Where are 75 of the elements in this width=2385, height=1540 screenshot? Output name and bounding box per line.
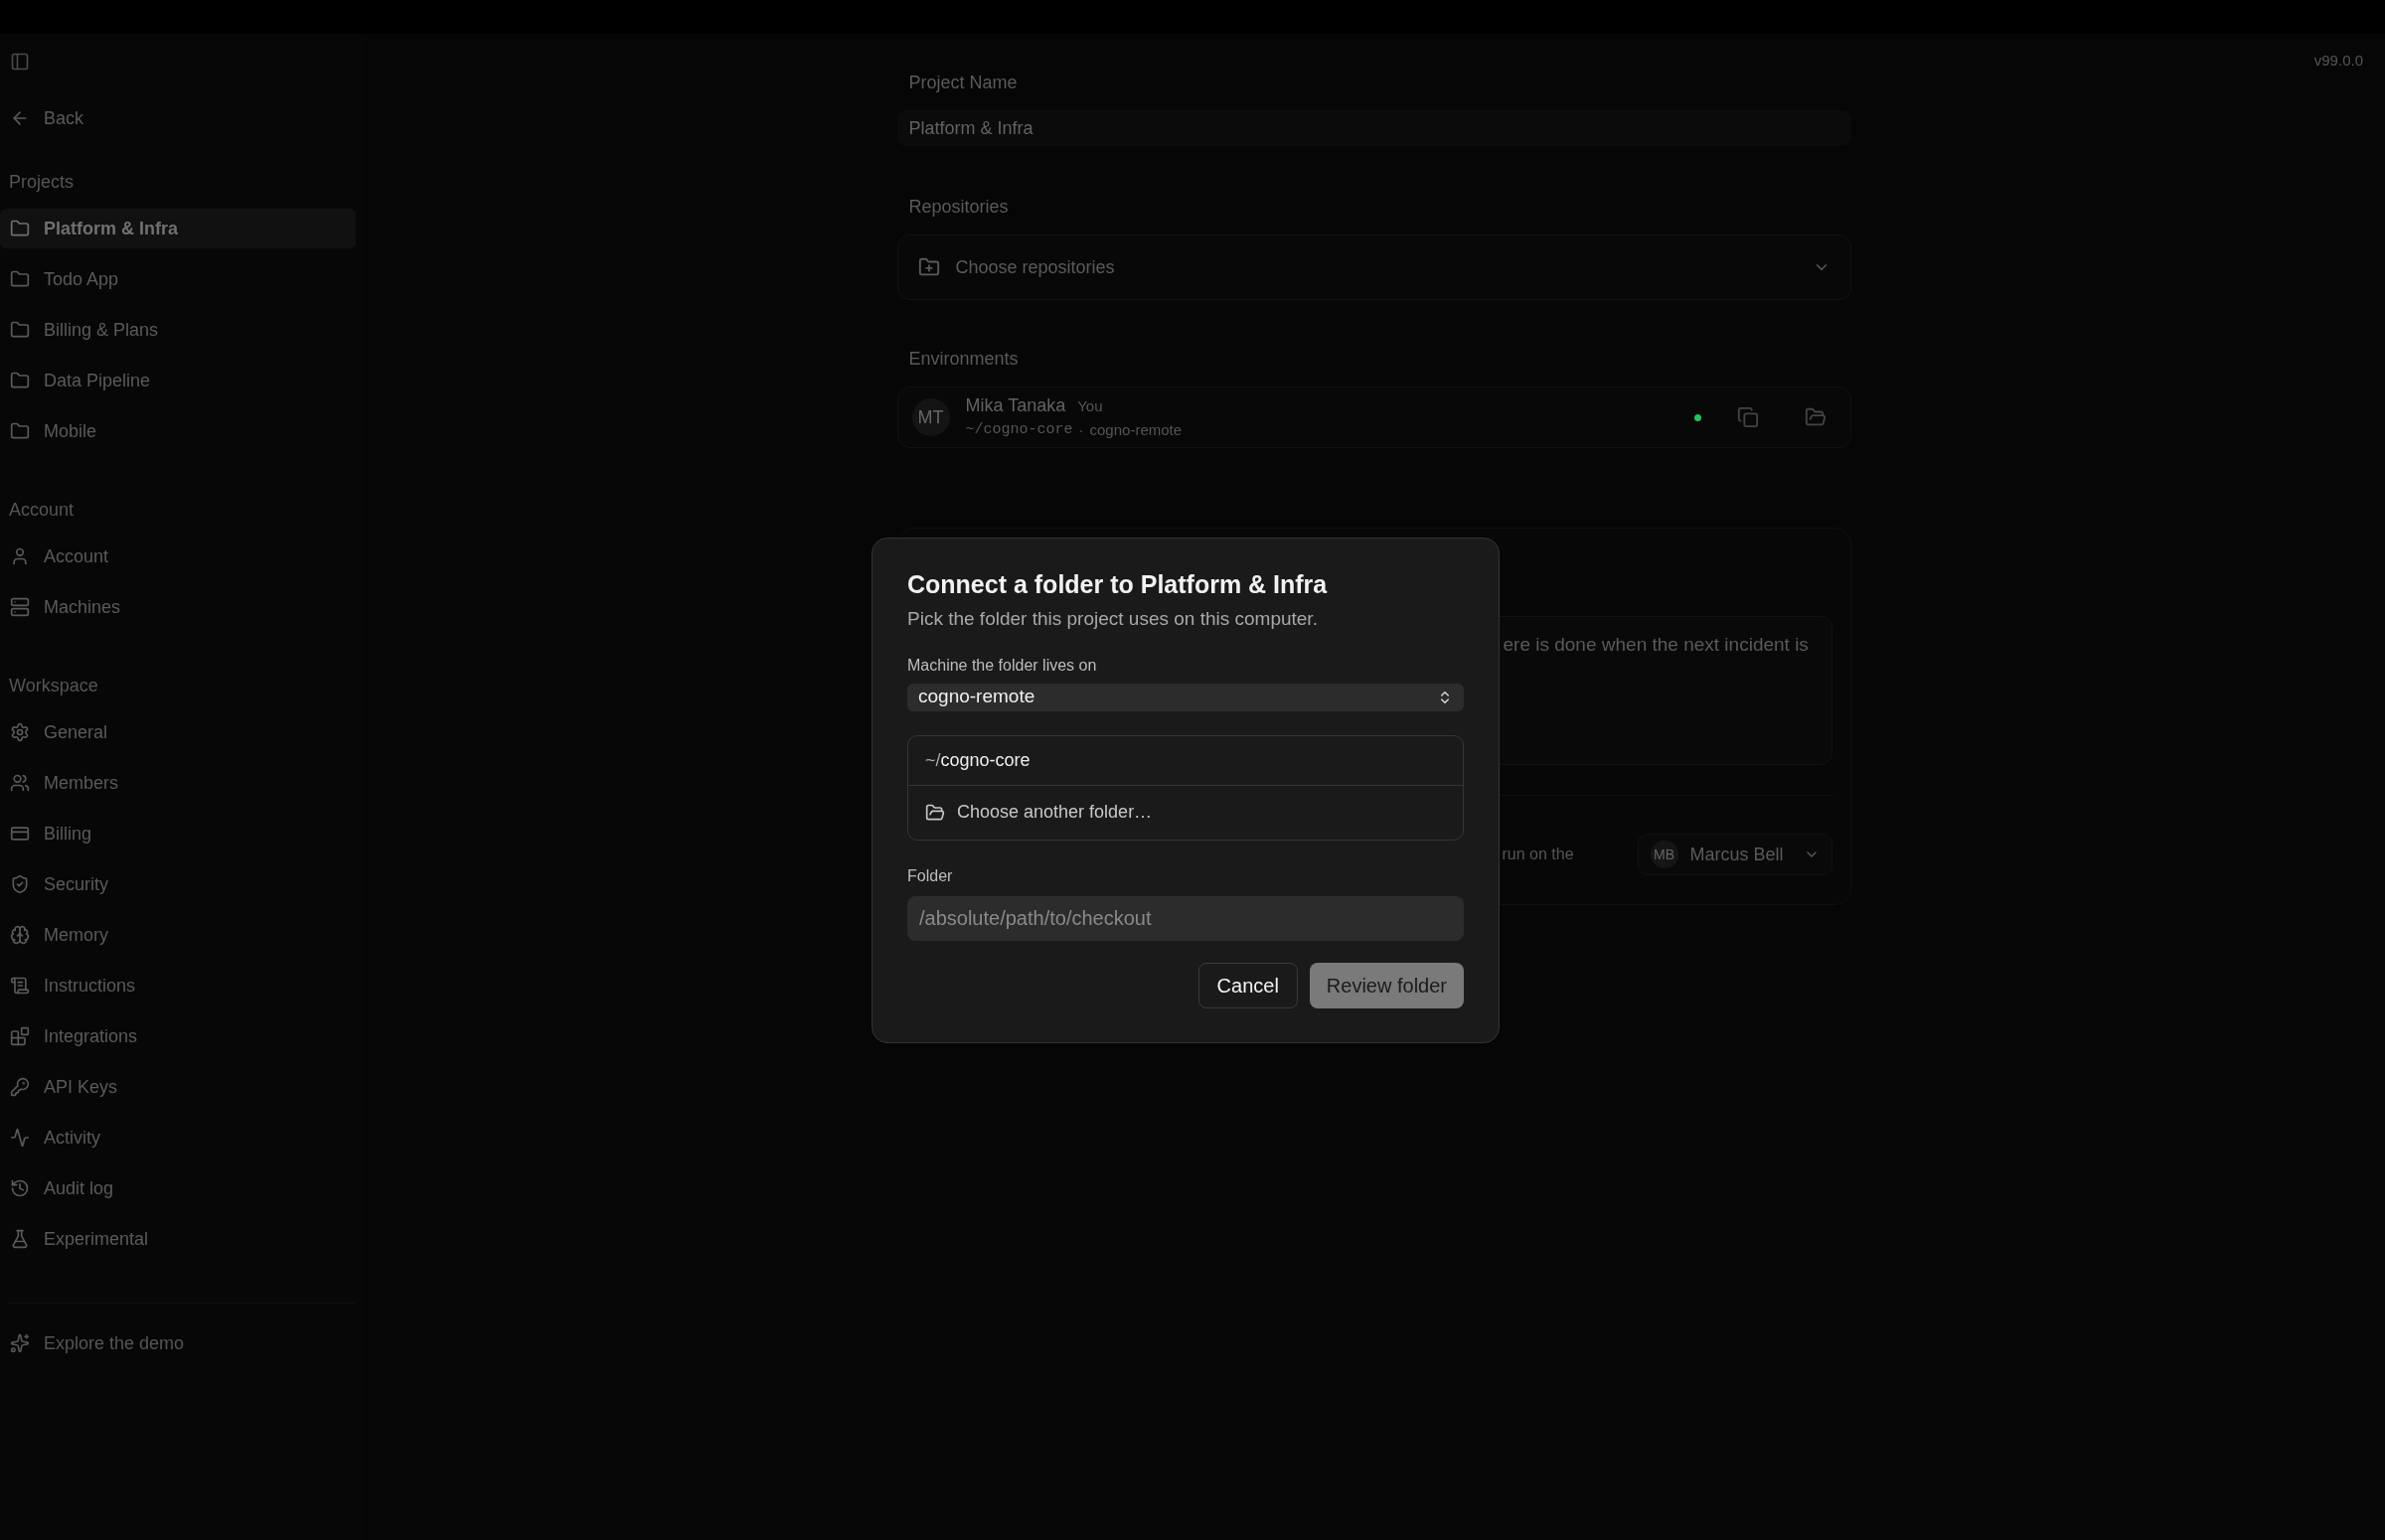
section-heading: Account [9,498,75,522]
field-label: Project Name [908,72,1018,94]
users-icon [10,773,30,793]
history-icon [10,1178,30,1198]
activity-icon [10,1128,30,1148]
sidebar-item[interactable]: API Keys [0,1067,356,1107]
choose-folder-option[interactable]: Choose another folder… [957,799,1153,826]
field-label: Folder [907,865,953,886]
flask-icon [10,1229,30,1249]
sparkles-icon [10,1333,30,1353]
explore-demo-link[interactable]: Explore the demo [44,1329,185,1357]
folder-icon [10,421,30,441]
folder-path: ~/cogno-core [965,420,1073,441]
back-link[interactable]: Back [44,104,84,132]
folder-icon [10,371,30,390]
folder-icon [10,219,30,238]
field-label: Repositories [908,196,1009,219]
sidebar-item[interactable]: Mobile [0,411,356,451]
sidebar-item[interactable]: Integrations [0,1016,356,1056]
copy-icon[interactable] [1736,406,1759,428]
blocks-icon [10,1026,30,1046]
assignee-name: Marcus Bell [1689,843,1785,866]
user-name: Mika Tanaka [965,394,1066,418]
settings-icon [10,722,30,742]
folder-plus-icon [917,256,940,278]
sidebar-item[interactable]: Instructions [0,966,356,1005]
section-heading: Projects [9,170,75,194]
folder-open-icon [925,802,945,823]
brain-icon [10,925,30,945]
sidebar-item[interactable]: Machines [0,587,356,627]
separator: · [1078,420,1084,441]
folder-open-icon[interactable] [1804,406,1827,428]
sidebar-item[interactable]: Security [0,864,356,904]
you-tag: You [1077,394,1103,417]
dialog-title: Connect a folder to Platform & Infra [907,569,1329,599]
sidebar-item[interactable]: Experimental [0,1219,356,1259]
sidebar-item[interactable]: Billing & Plans [0,310,356,350]
sidebar-toggle-icon[interactable] [10,52,30,72]
dialog-subtitle: Pick the folder this project uses on this computer. [907,607,1319,631]
select-value: cogno-remote [918,685,1036,709]
sidebar-item[interactable]: Memory [0,915,356,955]
assignee-select[interactable]: MB Marcus Bell [1637,834,1832,875]
select-placeholder: Choose repositories [955,255,1116,279]
version-label: v99.0.0 [2313,51,2363,70]
folder-icon [10,269,30,289]
sidebar-item[interactable]: Data Pipeline [0,361,356,400]
scroll-icon [10,976,30,996]
sidebar-item[interactable]: Account [0,537,356,576]
sidebar-item[interactable]: Members [0,763,356,803]
cancel-button[interactable]: Cancel [1197,962,1298,1008]
folder-option[interactable]: ~/cogno-core [908,735,1463,786]
field-label: Machine the folder lives on [907,655,1097,676]
server-icon [10,597,30,617]
repositories-select[interactable]: Choose repositories [896,234,1851,300]
credit-card-icon [10,824,30,844]
key-icon [10,1077,30,1097]
section-heading: Workspace [9,674,98,697]
instructions-text: ere is done when the next incident is [1503,633,1809,657]
folder-path-field[interactable]: /absolute/path/to/checkout [907,895,1464,941]
field-label: Environments [908,348,1019,371]
sidebar-item[interactable]: General [0,712,356,752]
user-icon [10,546,30,566]
folder-icon [10,320,30,340]
project-name-field[interactable]: Platform & Infra [896,110,1851,146]
machine-name: cogno-remote [1089,420,1183,441]
shield-icon [10,874,30,894]
avatar: MB [1650,841,1678,868]
sidebar-item[interactable]: Billing [0,814,356,853]
sidebar-item[interactable]: Todo App [0,259,356,299]
sidebar-item[interactable]: Activity [0,1118,356,1157]
machine-select[interactable]: cogno-remote [907,683,1464,711]
sidebar-item[interactable]: Audit log [0,1168,356,1208]
sidebar-item[interactable]: Platform & Infra [0,209,356,248]
assignee-description: run on the [1502,845,1574,864]
avatar: MT [911,398,950,436]
